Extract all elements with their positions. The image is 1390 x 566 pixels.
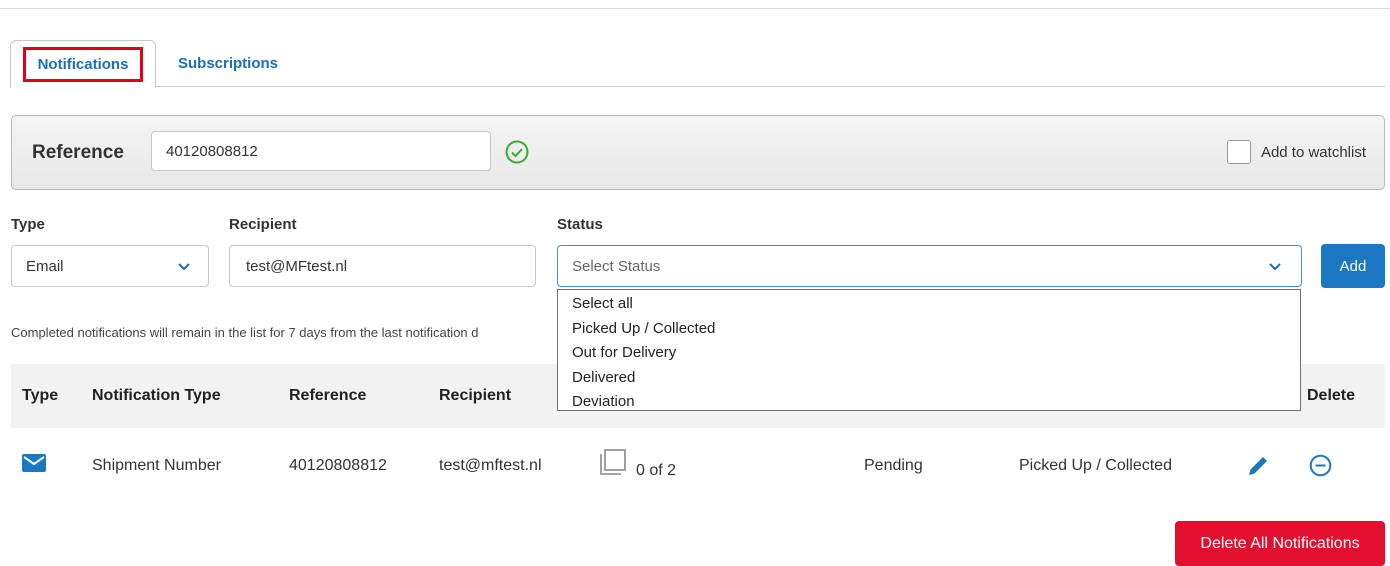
minus-circle-icon[interactable] [1309,454,1332,477]
delete-all-button[interactable]: Delete All Notifications [1175,521,1385,566]
status-option-select-all[interactable]: Select all [558,292,1300,317]
header-recipient: Recipient [439,387,512,404]
status-select[interactable]: Select Status [557,245,1302,287]
status-option-out-for-delivery[interactable]: Out for Delivery [558,341,1300,366]
status-select-placeholder: Select Status [572,257,661,275]
chevron-down-icon [178,263,190,271]
status-dropdown: Select all Picked Up / Collected Out for… [557,289,1301,411]
copy-icon[interactable] [599,448,627,476]
add-button[interactable]: Add [1321,244,1385,288]
tab-notifications[interactable]: Notifications [10,40,156,88]
type-select-value: Email [26,257,64,275]
chevron-down-icon [1269,263,1281,271]
recipient-label: Recipient [229,216,297,233]
status-option-delivered[interactable]: Delivered [558,366,1300,391]
status-option-picked-up[interactable]: Picked Up / Collected [558,317,1300,342]
watchlist-label: Add to watchlist [1260,143,1366,161]
pencil-icon[interactable] [1246,454,1270,478]
type-select[interactable]: Email [11,245,209,287]
reference-input[interactable]: 40120808812 [151,131,491,171]
watchlist-toggle[interactable]: Add to watchlist [1226,140,1366,164]
tab-notifications-label: Notifications [22,46,144,82]
top-divider [0,8,1390,9]
tab-subscriptions[interactable]: Subscriptions [178,40,278,86]
header-type: Type [22,387,59,404]
recipient-input[interactable]: test@MFtest.nl [229,245,536,287]
cell-status: Pending [864,457,923,474]
cell-recipient: test@mftest.nl [439,457,542,474]
cell-notification-type: Shipment Number [92,457,221,474]
header-notification-type: Notification Type [92,387,221,404]
retention-note: Completed notifications will remain in t… [11,325,479,340]
watchlist-checkbox[interactable] [1226,140,1251,164]
reference-panel: Reference 40120808812 Add to watchlist [11,115,1385,190]
mail-icon [22,454,46,472]
cell-count: 0 of 2 [636,462,677,479]
type-label: Type [11,216,45,233]
cell-event: Picked Up / Collected [1019,457,1172,474]
header-reference: Reference [289,387,367,404]
header-delete: Delete [1307,387,1356,404]
reference-label: Reference [32,142,124,163]
status-option-deviation[interactable]: Deviation [558,390,1300,415]
status-label: Status [557,216,603,233]
cell-reference: 40120808812 [289,457,387,474]
check-circle-icon [505,140,529,164]
tab-bar: Notifications Subscriptions [10,40,1385,88]
